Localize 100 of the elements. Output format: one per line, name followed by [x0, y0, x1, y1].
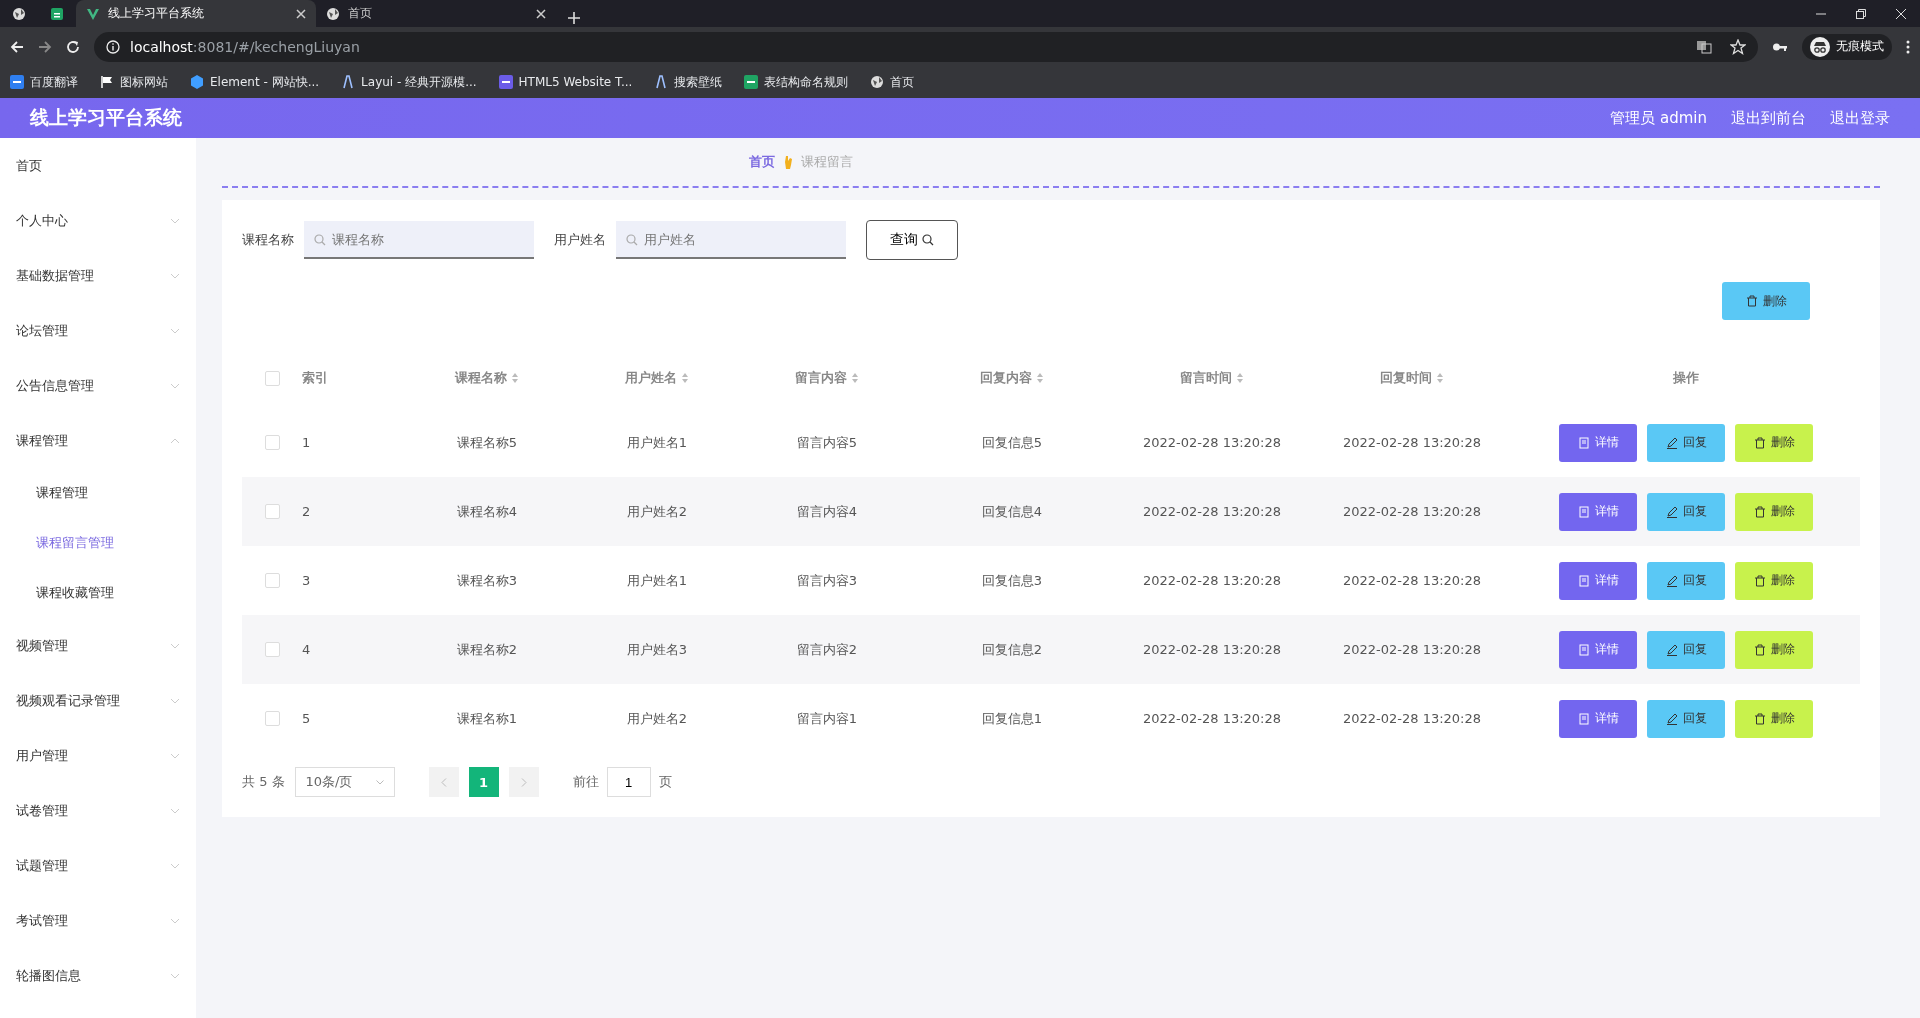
- delete-button[interactable]: 删除: [1735, 561, 1813, 600]
- tab-title: 首页: [348, 5, 373, 22]
- search-field[interactable]: 用户姓名: [616, 221, 846, 259]
- reply-button[interactable]: 回复: [1647, 423, 1725, 462]
- incognito-button[interactable]: 无痕模式: [1802, 33, 1892, 60]
- header-link[interactable]: 退出到前台: [1731, 108, 1806, 128]
- column-header[interactable]: 留言内容: [795, 369, 859, 387]
- forward-icon[interactable]: [38, 39, 52, 54]
- detail-button[interactable]: 详情: [1559, 561, 1637, 600]
- sidebar-item[interactable]: 课程管理: [0, 413, 196, 468]
- bookmark[interactable]: 搜索壁纸: [654, 73, 723, 91]
- sidebar-item[interactable]: 论坛管理: [0, 303, 196, 358]
- browser-tab[interactable]: 线上学习平台系统: [76, 0, 316, 27]
- column-header[interactable]: 用户姓名: [625, 369, 689, 387]
- sidebar-item[interactable]: 视频管理: [0, 618, 196, 673]
- bookmark[interactable]: Element - 网站快...: [190, 73, 320, 91]
- sidebar-item[interactable]: 轮播图信息: [0, 948, 196, 1003]
- close-icon[interactable]: [296, 8, 306, 19]
- checkbox[interactable]: [264, 573, 280, 588]
- checkbox[interactable]: [264, 504, 280, 519]
- breadcrumb-link[interactable]: 首页: [749, 153, 775, 171]
- menu-label: 试卷管理: [16, 801, 68, 820]
- sidebar-item[interactable]: 基础数据管理: [0, 248, 196, 303]
- reply-button[interactable]: 回复: [1647, 699, 1725, 738]
- close-icon[interactable]: [536, 8, 546, 19]
- delete-button[interactable]: 删除: [1735, 699, 1813, 738]
- submenu-item[interactable]: 课程留言管理: [0, 518, 196, 568]
- sidebar-item[interactable]: 用户管理: [0, 728, 196, 783]
- page-input[interactable]: 1: [606, 767, 651, 797]
- checkbox[interactable]: [264, 435, 280, 450]
- detail-button[interactable]: 详情: [1559, 492, 1637, 531]
- sidebar-item[interactable]: 试卷管理: [0, 783, 196, 838]
- bookmark[interactable]: 图标网站: [100, 73, 168, 91]
- chevron-left-icon: [440, 777, 447, 787]
- globe-icon: [12, 6, 26, 21]
- sidebar-item[interactable]: 考试管理: [0, 893, 196, 948]
- detail-button[interactable]: 详情: [1559, 699, 1637, 738]
- table-cell: 2: [302, 504, 311, 519]
- table-cell: 留言内容1: [796, 709, 858, 728]
- hand-icon: [783, 155, 793, 169]
- checkbox[interactable]: [264, 711, 280, 726]
- reload-icon[interactable]: [66, 39, 80, 54]
- sidebar-item[interactable]: 首页: [0, 138, 196, 193]
- sort-icon: [511, 372, 519, 384]
- checkbox[interactable]: [264, 642, 280, 657]
- header-link[interactable]: 管理员 admin: [1610, 108, 1707, 128]
- sidebar-item[interactable]: 公告信息管理: [0, 358, 196, 413]
- document-icon: [1577, 643, 1590, 656]
- checkbox[interactable]: [264, 370, 280, 386]
- table-cell: 4: [302, 642, 311, 657]
- sort-icon: [851, 372, 859, 384]
- column-header[interactable]: 回复时间: [1380, 369, 1444, 387]
- column-header[interactable]: 留言时间: [1180, 369, 1244, 387]
- globe-icon: [870, 75, 885, 89]
- table-cell: 留言内容3: [796, 571, 858, 590]
- app-title: 线上学习平台系统: [30, 105, 182, 130]
- bookmark[interactable]: 首页: [870, 73, 915, 91]
- trash-icon: [1753, 505, 1766, 518]
- column-header[interactable]: 课程名称: [455, 369, 519, 387]
- menu-label: 论坛管理: [16, 321, 68, 340]
- delete-button[interactable]: 删除: [1722, 282, 1810, 320]
- close-icon[interactable]: [1896, 8, 1906, 19]
- reply-button[interactable]: 回复: [1647, 630, 1725, 669]
- sidebar-item[interactable]: 视频观看记录管理: [0, 673, 196, 728]
- sheet-icon: [50, 6, 64, 21]
- table-cell: 课程名称3: [456, 571, 518, 590]
- back-icon[interactable]: [10, 39, 24, 54]
- column-header[interactable]: 回复内容: [980, 369, 1044, 387]
- delete-button[interactable]: 删除: [1735, 630, 1813, 669]
- field-label: 用户姓名: [554, 231, 606, 249]
- browser-tab[interactable]: 首页: [316, 0, 556, 27]
- search-icon: [626, 234, 638, 246]
- trash-icon: [1753, 436, 1766, 449]
- delete-button[interactable]: 删除: [1735, 492, 1813, 531]
- reply-button[interactable]: 回复: [1647, 492, 1725, 531]
- sidebar-item[interactable]: 个人中心: [0, 193, 196, 248]
- table-cell: 1: [302, 435, 311, 450]
- bookmark[interactable]: 表结构命名规则: [744, 73, 849, 91]
- header-link[interactable]: 退出登录: [1830, 108, 1890, 128]
- sidebar-item[interactable]: 试题管理: [0, 838, 196, 893]
- page-size-select[interactable]: 10条/页: [294, 767, 395, 797]
- address-field[interactable]: localhost:8081/#/kechengLiuyan: [94, 31, 1758, 62]
- more-icon[interactable]: [1906, 39, 1910, 54]
- detail-button[interactable]: 详情: [1559, 630, 1637, 669]
- submenu-item[interactable]: 课程收藏管理: [0, 568, 196, 618]
- detail-button[interactable]: 详情: [1559, 423, 1637, 462]
- reply-button[interactable]: 回复: [1647, 561, 1725, 600]
- search-icon: [922, 234, 934, 246]
- bookmark[interactable]: 百度翻译: [10, 73, 78, 91]
- star-icon[interactable]: [1730, 38, 1746, 55]
- submenu-item[interactable]: 课程管理: [0, 468, 196, 518]
- plus-icon[interactable]: [568, 12, 580, 24]
- menu-label: 用户管理: [16, 746, 68, 765]
- delete-button[interactable]: 删除: [1735, 423, 1813, 462]
- restore-icon[interactable]: [1856, 8, 1866, 19]
- tower-icon: [654, 75, 669, 89]
- search-field[interactable]: 课程名称: [304, 221, 534, 259]
- trash-icon: [1753, 643, 1766, 656]
- translate-icon[interactable]: [1696, 38, 1712, 55]
- search-button[interactable]: 查询: [866, 220, 958, 260]
